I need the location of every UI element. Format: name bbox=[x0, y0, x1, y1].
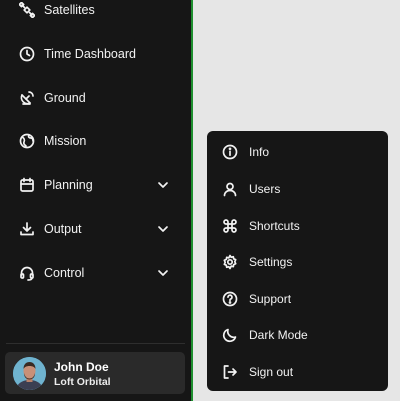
chevron-down-icon[interactable] bbox=[156, 178, 170, 192]
sidebar-item-label: Output bbox=[44, 222, 82, 236]
menu-item-dark-mode[interactable]: Dark Mode bbox=[207, 320, 388, 350]
menu-item-info[interactable]: Info bbox=[207, 137, 388, 167]
moon-icon bbox=[222, 327, 238, 343]
sidebar-item-label: Planning bbox=[44, 178, 93, 192]
info-icon bbox=[222, 144, 238, 160]
menu-item-support[interactable]: Support bbox=[207, 284, 388, 314]
calendar-icon bbox=[19, 177, 35, 193]
sidebar-item-label: Ground bbox=[44, 91, 86, 105]
satellite-icon bbox=[19, 2, 35, 18]
user-icon bbox=[222, 181, 238, 197]
menu-item-settings[interactable]: Settings bbox=[207, 247, 388, 277]
sidebar-divider bbox=[6, 343, 185, 344]
headset-icon bbox=[19, 265, 35, 281]
user-organization: Loft Orbital bbox=[54, 376, 111, 388]
sidebar-active-edge bbox=[191, 0, 193, 401]
sidebar-item-mission[interactable]: Mission bbox=[0, 123, 191, 159]
user-profile-card[interactable]: John Doe Loft Orbital bbox=[5, 352, 185, 394]
satellite-dish-icon bbox=[19, 90, 35, 106]
download-icon bbox=[19, 221, 35, 237]
sidebar-item-label: Satellites bbox=[44, 3, 95, 17]
sidebar: Satellites Time Dashboard Ground Mission… bbox=[0, 0, 191, 401]
menu-item-sign-out[interactable]: Sign out bbox=[207, 357, 388, 387]
menu-item-label: Users bbox=[249, 182, 281, 196]
menu-item-shortcuts[interactable]: Shortcuts bbox=[207, 211, 388, 241]
globe-icon bbox=[19, 133, 35, 149]
menu-item-label: Sign out bbox=[249, 365, 294, 379]
sidebar-item-output[interactable]: Output bbox=[0, 211, 191, 247]
menu-item-users[interactable]: Users bbox=[207, 174, 388, 204]
chevron-down-icon[interactable] bbox=[156, 222, 170, 236]
sidebar-item-label: Control bbox=[44, 266, 85, 280]
chevron-down-icon[interactable] bbox=[156, 266, 170, 280]
gear-icon bbox=[222, 254, 238, 270]
sidebar-item-control[interactable]: Control bbox=[0, 255, 191, 291]
menu-item-label: Settings bbox=[249, 255, 293, 269]
user-name: John Doe bbox=[54, 360, 109, 374]
menu-item-label: Info bbox=[249, 145, 270, 159]
sidebar-item-time-dashboard[interactable]: Time Dashboard bbox=[0, 36, 191, 72]
sidebar-item-label: Time Dashboard bbox=[44, 47, 136, 61]
user-menu-dropdown: Info Users Shortcuts Settings Support Da… bbox=[207, 131, 388, 391]
avatar bbox=[13, 357, 46, 390]
command-icon bbox=[222, 218, 238, 234]
menu-item-label: Support bbox=[249, 292, 292, 306]
menu-item-label: Shortcuts bbox=[249, 219, 300, 233]
sidebar-item-planning[interactable]: Planning bbox=[0, 167, 191, 203]
sign-out-icon bbox=[222, 364, 238, 380]
clock-icon bbox=[19, 46, 35, 62]
help-circle-icon bbox=[222, 291, 238, 307]
sidebar-item-label: Mission bbox=[44, 134, 87, 148]
sidebar-item-satellites[interactable]: Satellites bbox=[0, 0, 191, 28]
menu-item-label: Dark Mode bbox=[249, 328, 308, 342]
sidebar-item-ground[interactable]: Ground bbox=[0, 80, 191, 116]
